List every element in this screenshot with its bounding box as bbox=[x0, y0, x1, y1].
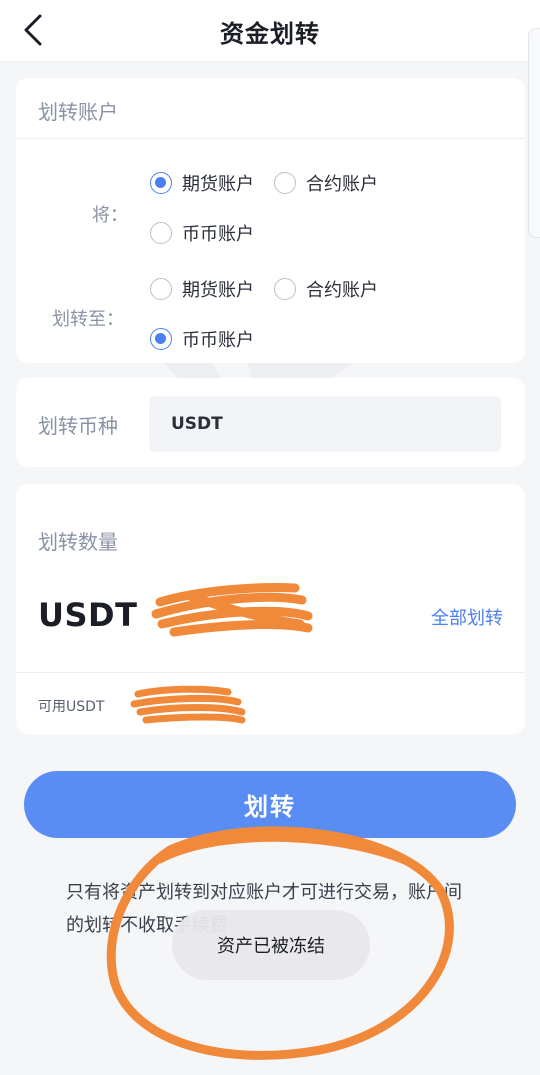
radio-label: 币币账户 bbox=[182, 330, 254, 351]
coin-card: 划转币种 USDT bbox=[16, 378, 525, 467]
to-label: 划转至： bbox=[52, 309, 124, 330]
radio-checked-icon bbox=[150, 172, 172, 194]
radio-unchecked-icon bbox=[274, 278, 296, 300]
from-option-contract[interactable]: 合约账户 bbox=[274, 170, 378, 196]
from-option-spot[interactable]: 币币账户 bbox=[150, 220, 254, 246]
radio-label: 合约账户 bbox=[306, 280, 378, 301]
to-option-contract[interactable]: 合约账户 bbox=[274, 276, 378, 302]
to-option-spot[interactable]: 币币账户 bbox=[150, 326, 254, 352]
transfer-all-button[interactable]: 全部划转 bbox=[431, 604, 503, 630]
radio-label: 期货账户 bbox=[182, 280, 254, 301]
radio-unchecked-icon bbox=[274, 172, 296, 194]
app-header: 资金划转 bbox=[0, 0, 540, 62]
amount-section-title: 划转数量 bbox=[38, 530, 118, 554]
from-label: 将： bbox=[92, 205, 128, 226]
frozen-toast: 资产已被冻结 bbox=[172, 910, 370, 980]
page-title: 资金划转 bbox=[220, 20, 320, 48]
transfer-button[interactable]: 划转 bbox=[24, 771, 516, 838]
side-scroll-handle[interactable] bbox=[528, 28, 540, 238]
radio-unchecked-icon bbox=[150, 222, 172, 244]
account-section-title: 划转账户 bbox=[38, 100, 118, 124]
available-balance-label: 可用USDT bbox=[38, 699, 105, 715]
radio-unchecked-icon bbox=[150, 278, 172, 300]
to-option-futures[interactable]: 期货账户 bbox=[150, 276, 254, 302]
amount-card: 划转数量 USDT 全部划转 可用USDT bbox=[16, 484, 525, 734]
radio-label: 币币账户 bbox=[182, 224, 254, 245]
divider bbox=[16, 138, 525, 139]
radio-label: 期货账户 bbox=[182, 174, 254, 195]
radio-label: 合约账户 bbox=[306, 174, 378, 195]
amount-unit: USDT bbox=[38, 596, 138, 634]
account-card: 划转账户 将： 期货账户 合约账户 币币账户 划转至： 期货账户 合约账户 币币… bbox=[16, 78, 525, 363]
coin-label: 划转币种 bbox=[38, 414, 118, 438]
divider bbox=[16, 672, 525, 673]
from-option-futures[interactable]: 期货账户 bbox=[150, 170, 254, 196]
coin-select[interactable]: USDT bbox=[149, 396, 501, 452]
radio-checked-icon bbox=[150, 328, 172, 350]
